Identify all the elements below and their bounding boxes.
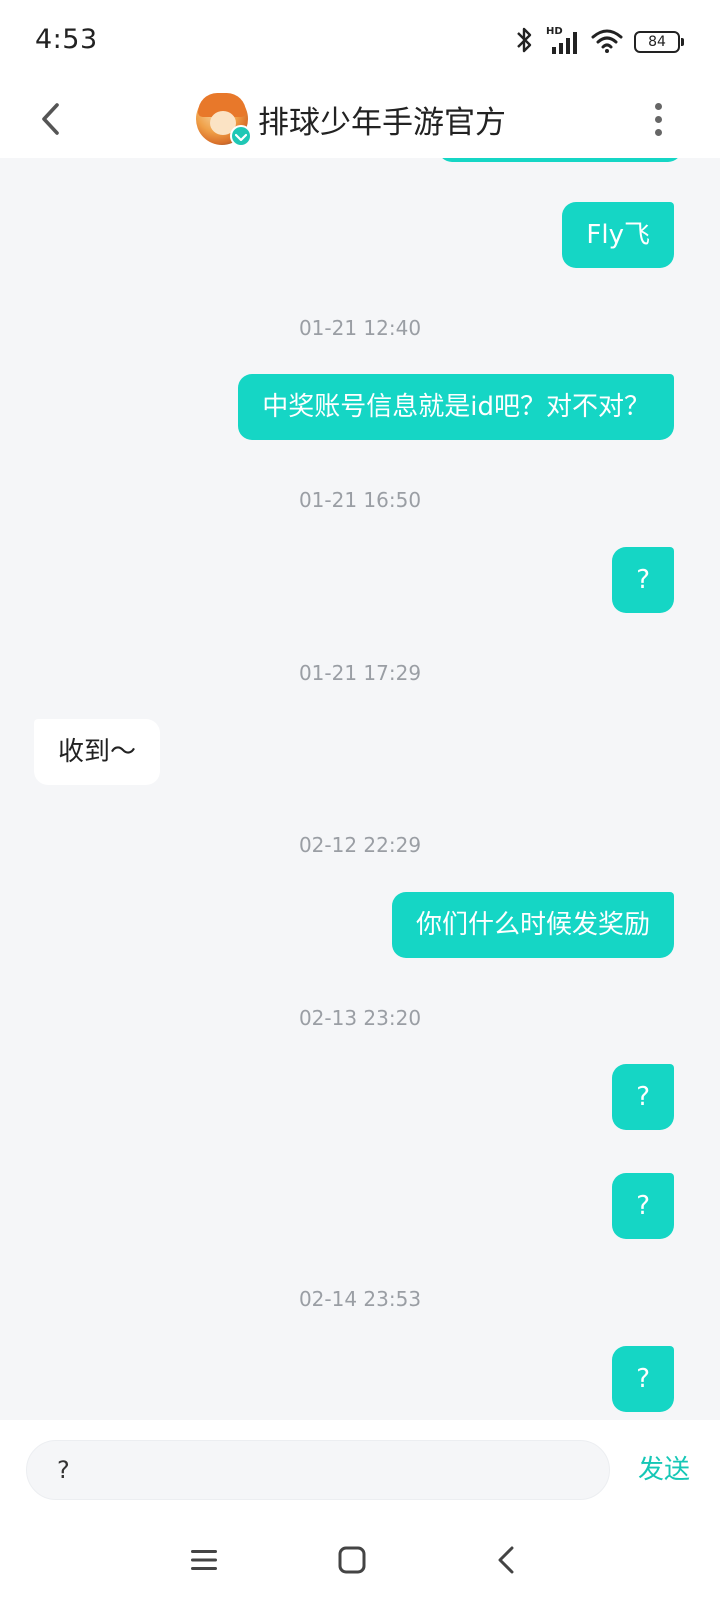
battery-icon: 84 — [634, 31, 684, 53]
message-bubble-outgoing[interactable]: 你们什么时候发奖励 — [391, 892, 674, 958]
message-bubble-outgoing[interactable]: ? — [612, 547, 674, 613]
status-bar: 4:53 HD 84 — [0, 0, 720, 80]
chat-title-group[interactable]: 排球少年手游官方 — [196, 86, 506, 152]
message-bubble-outgoing[interactable]: ? — [612, 1346, 674, 1412]
message-bubble-outgoing[interactable]: Fly飞 — [562, 202, 674, 268]
status-icons: HD 84 — [514, 26, 684, 58]
system-nav-bar — [0, 1518, 720, 1600]
partial-message-bubble — [438, 158, 682, 162]
message-timestamp: 01-21 17:29 — [298, 661, 422, 685]
message-bubble-incoming[interactable]: 收到～ — [34, 719, 161, 785]
message-composer: 发送 — [0, 1420, 720, 1518]
wifi-icon — [590, 26, 624, 58]
back-nav-button[interactable] — [486, 1540, 526, 1580]
avatar[interactable] — [196, 93, 252, 147]
message-timestamp: 02-14 23:53 — [298, 1287, 422, 1311]
message-timestamp: 02-13 23:20 — [298, 1006, 422, 1030]
message-timestamp: 01-21 16:50 — [298, 488, 422, 512]
chevron-left-icon — [42, 103, 59, 135]
verified-badge-icon — [230, 125, 252, 147]
menu-icon — [191, 1550, 217, 1570]
chat-message-list[interactable]: Fly飞 01-21 12:40 中奖账号信息就是id吧？对不对？ 01-21 … — [0, 158, 720, 1420]
more-options-icon[interactable] — [648, 96, 668, 142]
bluetooth-icon — [514, 26, 536, 58]
back-button[interactable] — [30, 94, 70, 144]
message-bubble-outgoing[interactable]: 中奖账号信息就是id吧？对不对？ — [238, 374, 674, 440]
home-nav-button[interactable] — [332, 1540, 372, 1580]
signal-icon: HD — [546, 26, 580, 56]
message-timestamp: 01-21 12:40 — [298, 316, 422, 340]
back-triangle-icon — [498, 1546, 514, 1574]
status-time: 4:53 — [35, 24, 98, 55]
page-title: 排球少年手游官方 — [258, 104, 506, 141]
message-bubble-outgoing[interactable]: ? — [612, 1173, 674, 1239]
message-bubble-outgoing[interactable]: ? — [612, 1064, 674, 1130]
home-square-icon — [338, 1546, 366, 1574]
message-timestamp: 02-12 22:29 — [298, 833, 422, 857]
chat-header: 排球少年手游官方 — [0, 80, 720, 158]
message-input[interactable] — [26, 1440, 610, 1500]
send-button[interactable]: 发送 — [638, 1448, 690, 1492]
menu-nav-button[interactable] — [184, 1540, 224, 1580]
